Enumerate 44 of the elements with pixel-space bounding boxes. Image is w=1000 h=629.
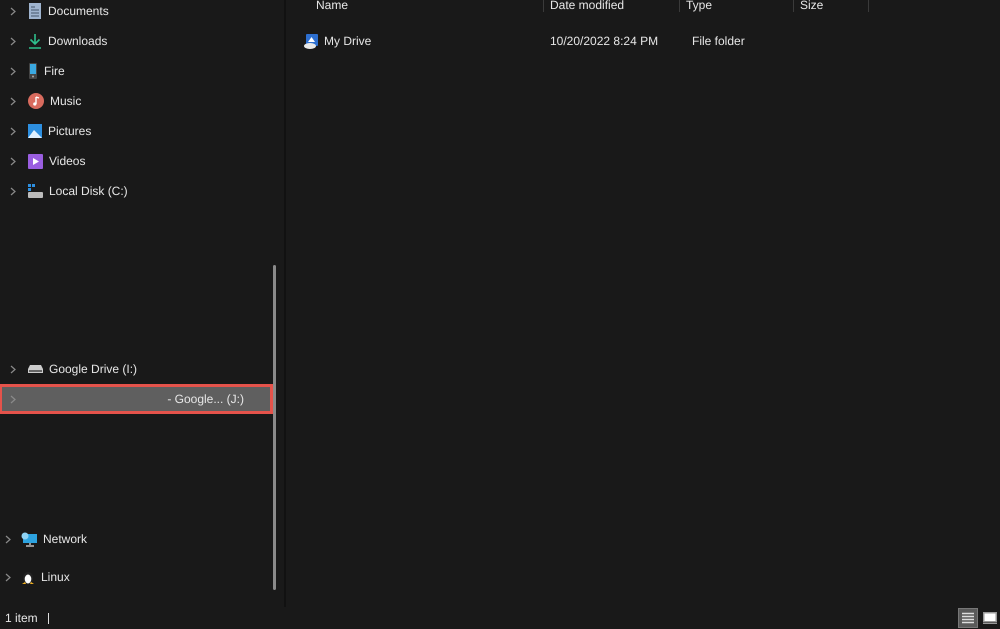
- date-cell: 10/20/2022 8:24 PM: [550, 34, 658, 48]
- nav-item[interactable]: Local Disk (C:): [2, 176, 270, 206]
- nav-item[interactable]: Music: [2, 86, 270, 116]
- chevron-icon[interactable]: [10, 126, 16, 136]
- chevron-icon[interactable]: [10, 186, 16, 196]
- video-icon: [28, 154, 43, 168]
- chevron-icon[interactable]: [10, 66, 16, 76]
- item-count: 1 item: [5, 611, 38, 625]
- nav-item[interactable]: - Google... (J:): [2, 387, 270, 411]
- list-icon: [962, 612, 974, 624]
- nav-item[interactable]: Downloads: [2, 26, 270, 56]
- music-note-icon: [28, 93, 44, 109]
- column-header[interactable]: Size: [794, 0, 869, 12]
- nav-item[interactable]: Network: [2, 520, 270, 558]
- details-view-button[interactable]: [958, 608, 978, 628]
- chevron-icon[interactable]: [10, 6, 16, 16]
- nav-item[interactable]: Videos: [2, 146, 270, 176]
- chevron-icon[interactable]: [5, 534, 11, 544]
- scrollbar[interactable]: [273, 265, 276, 590]
- nav-item[interactable]: Google Drive (I:): [2, 354, 270, 384]
- column-header[interactable]: Name: [304, 0, 544, 12]
- file-name[interactable]: My Drive: [324, 34, 372, 48]
- phone-icon: [28, 63, 38, 79]
- nav-item[interactable]: Fire: [2, 56, 270, 86]
- drive-icon: [28, 365, 43, 373]
- chevron-icon[interactable]: [10, 96, 16, 106]
- cloud-folder-icon: [304, 34, 319, 48]
- chevron-icon[interactable]: [5, 572, 11, 582]
- monitor-icon: [983, 612, 997, 624]
- column-header[interactable]: Date modified: [544, 0, 680, 12]
- column-header[interactable]: Type: [680, 0, 794, 12]
- nav-item[interactable]: Linux: [2, 558, 270, 596]
- chevron-icon[interactable]: [10, 36, 16, 46]
- hard-drive-icon: [28, 184, 43, 198]
- network-icon: [21, 532, 37, 546]
- download-icon: [28, 33, 42, 49]
- nav-item[interactable]: Pictures: [2, 116, 270, 146]
- document-icon: [28, 3, 42, 19]
- picture-icon: [28, 124, 42, 138]
- nav-item[interactable]: Documents: [2, 0, 270, 26]
- chevron-icon[interactable]: [10, 364, 16, 374]
- penguin-icon: [21, 569, 35, 585]
- type-cell: File folder: [692, 34, 745, 48]
- chevron-icon[interactable]: [10, 156, 16, 166]
